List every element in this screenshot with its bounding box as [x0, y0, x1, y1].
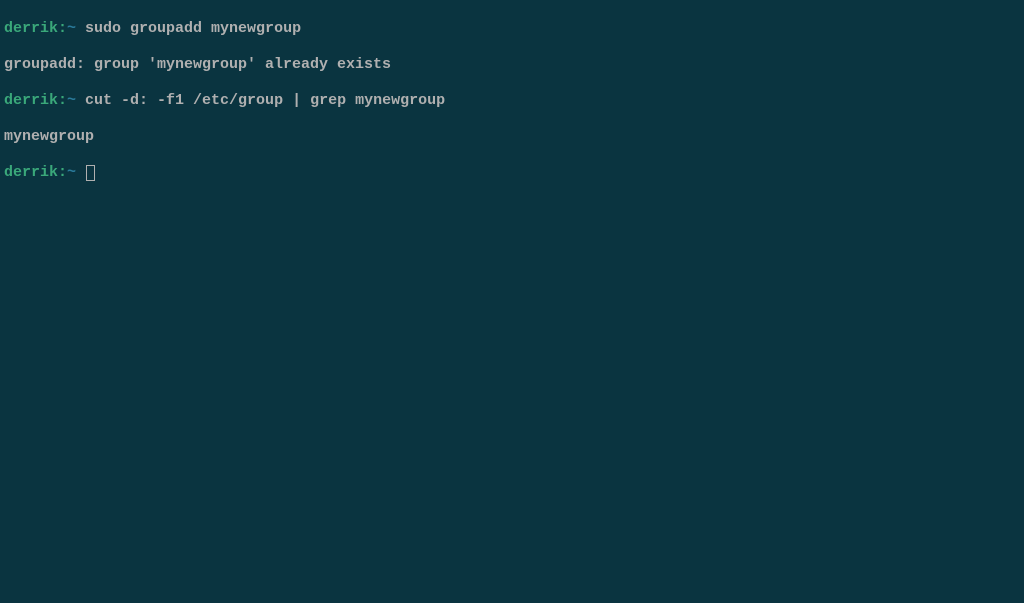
terminal-cursor[interactable] [86, 165, 95, 181]
output-text: mynewgroup [4, 128, 94, 145]
terminal-line: derrik:~ cut -d: -f1 /etc/group | grep m… [4, 92, 1020, 110]
command-text [76, 164, 85, 181]
terminal-line: groupadd: group 'mynewgroup' already exi… [4, 56, 1020, 74]
command-text: cut -d: -f1 /etc/group | grep mynewgroup [76, 92, 445, 109]
prompt-tilde: ~ [67, 20, 76, 37]
terminal-line: mynewgroup [4, 128, 1020, 146]
prompt-user: derrik: [4, 164, 67, 181]
terminal-output[interactable]: derrik:~ sudo groupadd mynewgroup groupa… [4, 2, 1020, 200]
terminal-line: derrik:~ sudo groupadd mynewgroup [4, 20, 1020, 38]
prompt-tilde: ~ [67, 92, 76, 109]
output-text: groupadd: group 'mynewgroup' already exi… [4, 56, 391, 73]
prompt-user: derrik: [4, 20, 67, 37]
command-text: sudo groupadd mynewgroup [76, 20, 301, 37]
prompt-user: derrik: [4, 92, 67, 109]
terminal-line: derrik:~ [4, 164, 1020, 182]
prompt-tilde: ~ [67, 164, 76, 181]
